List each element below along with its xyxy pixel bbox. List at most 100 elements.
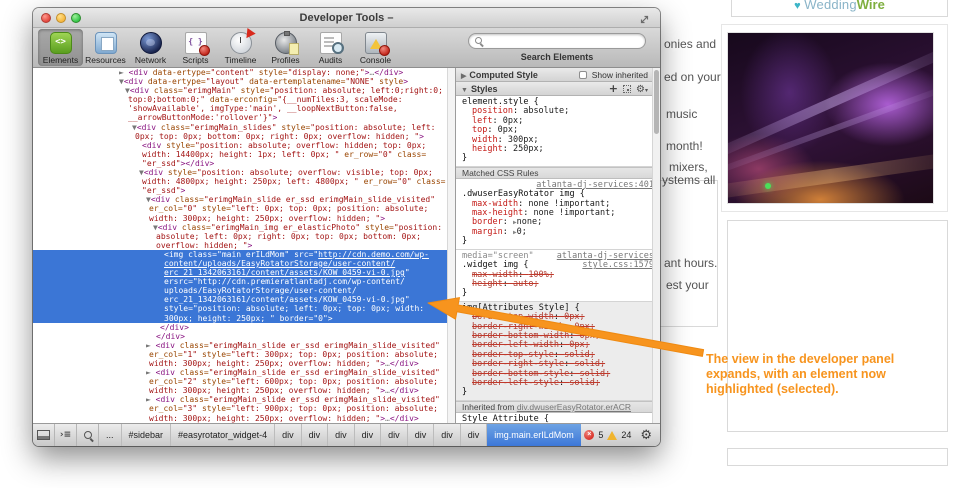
- dom-tree-line[interactable]: 'showAvailable', imgType:'main', __loopN…: [33, 104, 455, 113]
- code-segment: >: [273, 113, 278, 122]
- dom-tree-line-selected[interactable]: ersrc="http://cdn.premieratlantadj.com/w…: [33, 277, 455, 286]
- breadcrumb-item[interactable]: div: [434, 424, 461, 446]
- page-text-fragment: ed on your: [664, 70, 721, 84]
- styles-gear-button[interactable]: ⚙▾: [636, 84, 648, 95]
- dom-tree-line[interactable]: width: 300px; height: 250px; overflow: h…: [33, 214, 455, 223]
- expanded-triangle-icon[interactable]: ▼: [461, 87, 468, 94]
- dom-tree-line[interactable]: ► <div class="erimgMain_slide er_ssd eri…: [33, 341, 455, 350]
- dom-tree-line[interactable]: width: 14400px; height: 1px; left: 0px; …: [33, 150, 455, 159]
- dom-tree-line[interactable]: ► <div class="erimgMain_slide er_ssd eri…: [33, 395, 455, 404]
- code-segment: absolute; left: 0px; right: 0px; top: 0p…: [156, 232, 421, 241]
- dom-tree-line[interactable]: width: 4800px; height: 250px; left: 4800…: [33, 177, 455, 186]
- dom-tree-line[interactable]: ▼<div data-ertype="layout" data-ertempla…: [33, 77, 455, 86]
- dom-tree-line[interactable]: ▼<div style="position: absolute; overflo…: [33, 168, 455, 177]
- breadcrumb-item[interactable]: div: [355, 424, 382, 446]
- dom-tree-line[interactable]: width: 300px; height: 250px; overflow: h…: [33, 414, 455, 423]
- inherited-from-link[interactable]: div.dwuserEasyRotator.erACR: [517, 402, 631, 412]
- breadcrumb-item[interactable]: ...: [99, 424, 122, 446]
- dom-tree-line-selected[interactable]: erc_21_1342063161/content/assets/KOW_045…: [33, 295, 455, 304]
- tab-elements[interactable]: Elements: [38, 29, 83, 66]
- dom-tree-line[interactable]: "er_ssd"></div>: [33, 159, 455, 168]
- dom-tree-line[interactable]: <div style="position: absolute; overflow…: [33, 141, 455, 150]
- zoom-button[interactable]: [71, 13, 81, 23]
- warning-count-icon[interactable]: [607, 431, 617, 440]
- dom-tree-line[interactable]: er_col="3" style="left: 900px; top: 0px;…: [33, 404, 455, 413]
- breadcrumb-item[interactable]: #sidebar: [122, 424, 172, 446]
- search-filter-button[interactable]: [77, 424, 99, 446]
- breadcrumb-item[interactable]: div: [328, 424, 355, 446]
- dom-panel-scrollbar[interactable]: [447, 68, 455, 423]
- tab-profiles[interactable]: Profiles: [263, 29, 308, 66]
- dom-tree-line[interactable]: er_col="1" style="left: 300px; top: 0px;…: [33, 350, 455, 359]
- dom-tree-line[interactable]: er_col="0" style="left: 0px; top: 0px; p…: [33, 204, 455, 213]
- dom-tree-line[interactable]: overflow: hidden; ">: [33, 241, 455, 250]
- tab-label: Network: [128, 55, 173, 65]
- error-count-icon[interactable]: ×: [584, 430, 594, 440]
- tab-network[interactable]: Network: [128, 29, 173, 66]
- dom-tree-line[interactable]: ▼<div class="erimgMain" style="position:…: [33, 86, 455, 95]
- dom-tree-line-selected[interactable]: uploads/EasyRotatorStorage/user-content/: [33, 286, 455, 295]
- settings-gear-icon[interactable]: ⚙: [640, 428, 652, 443]
- minimize-button[interactable]: [56, 13, 66, 23]
- property-value: absolute;: [523, 106, 569, 116]
- tab-scripts[interactable]: Scripts: [173, 29, 218, 66]
- element-state-button[interactable]: [623, 85, 631, 93]
- breadcrumb-item[interactable]: div: [302, 424, 329, 446]
- breadcrumb-item-selected[interactable]: img.main.erILdMom: [487, 424, 581, 446]
- stylesheet-link[interactable]: style.css:1579: [582, 261, 654, 270]
- dom-tree-line[interactable]: "er_ssd">: [33, 186, 455, 195]
- tab-console[interactable]: Console: [353, 29, 398, 66]
- show-inherited-checkbox[interactable]: [579, 71, 587, 79]
- css-property[interactable]: margin: ▶0;: [462, 228, 654, 237]
- css-property[interactable]: height: 250px;: [462, 145, 654, 154]
- dom-tree-line[interactable]: ▼<div class="erimgMain_slide er_ssd erim…: [33, 195, 455, 204]
- console-drawer-button[interactable]: ›≡: [55, 424, 77, 446]
- css-property[interactable]: height: auto;: [462, 280, 654, 289]
- dom-tree-line-selected[interactable]: <img class="main erILdMom" src="http://c…: [33, 250, 455, 259]
- search-input[interactable]: [468, 33, 646, 49]
- console-icon: [365, 32, 387, 54]
- dom-tree-line[interactable]: top:0;bottom:0;" data-erconfig="{__numTi…: [33, 95, 455, 104]
- dom-tree-line[interactable]: __arrowButtonMode:'rollover'}">: [33, 113, 455, 122]
- collapsed-triangle-icon[interactable]: ▶: [461, 73, 466, 80]
- breadcrumb-item[interactable]: div: [381, 424, 408, 446]
- breadcrumb-item[interactable]: div: [275, 424, 302, 446]
- tab-timeline[interactable]: Timeline: [218, 29, 263, 66]
- dock-to-bottom-button[interactable]: [33, 424, 55, 446]
- dom-tree-line[interactable]: ▼<div class="erimgMain_slides" style="po…: [33, 123, 455, 132]
- breadcrumb-item[interactable]: #easyrotator_widget-4: [171, 424, 275, 446]
- new-style-rule-button[interactable]: +: [609, 83, 618, 95]
- dom-tree-line-selected[interactable]: erc_21_1342063161/content/assets/KOW_045…: [33, 268, 455, 277]
- styles-header[interactable]: ▼Styles + ⚙▾: [456, 82, 660, 96]
- warning-count[interactable]: 24: [621, 430, 631, 440]
- tab-audits[interactable]: Audits: [308, 29, 353, 66]
- breadcrumb-item[interactable]: div: [408, 424, 435, 446]
- dom-tree-line[interactable]: </div>: [33, 323, 455, 332]
- css-property[interactable]: border-left-style: solid;: [462, 379, 654, 388]
- code-segment: ►: [146, 368, 156, 377]
- dom-tree-line-selected[interactable]: content/uploads/EasyRotatorStorage/user-…: [33, 259, 455, 268]
- window-titlebar[interactable]: Developer Tools –: [33, 8, 660, 28]
- dom-tree-line[interactable]: 0px; top: 0px; bottom: 0px; right: 0px; …: [33, 132, 455, 141]
- code-segment: <img: [164, 250, 188, 259]
- annotation-text: The view in the developer panelexpands, …: [706, 352, 941, 397]
- scroll-thumb[interactable]: [654, 70, 659, 134]
- close-button[interactable]: [41, 13, 51, 23]
- dom-tree-line[interactable]: </div>: [33, 332, 455, 341]
- dom-tree-line[interactable]: width: 300px; height: 250px; overflow: h…: [33, 359, 455, 368]
- dom-tree-line[interactable]: absolute; left: 0px; right: 0px; top: 0p…: [33, 232, 455, 241]
- tab-resources[interactable]: Resources: [83, 29, 128, 66]
- rule-selector[interactable]: Style Attribute {: [462, 415, 549, 423]
- dom-tree-line[interactable]: ▼<div class="erimgMain_img er_elasticPho…: [33, 223, 455, 232]
- computed-style-header[interactable]: ▶Computed Style Show inherited: [456, 68, 660, 82]
- dom-tree-line[interactable]: ► <div data-ertype="content" style="disp…: [33, 68, 455, 77]
- dom-tree-line[interactable]: er_col="2" style="left: 600px; top: 0px;…: [33, 377, 455, 386]
- dom-tree-line[interactable]: ► <div class="erimgMain_slide er_ssd eri…: [33, 368, 455, 377]
- dom-tree-line-selected[interactable]: 300px; height: 250px; " border="0">: [33, 314, 455, 323]
- dom-tree-line[interactable]: width: 300px; height: 250px; overflow: h…: [33, 386, 455, 395]
- styles-scrollbar[interactable]: [652, 68, 660, 423]
- dom-tree-line-selected[interactable]: style="position: absolute; left: 0px; to…: [33, 304, 455, 313]
- error-count[interactable]: 5: [598, 430, 603, 440]
- breadcrumb-item[interactable]: div: [461, 424, 488, 446]
- code-segment: style: [374, 77, 403, 86]
